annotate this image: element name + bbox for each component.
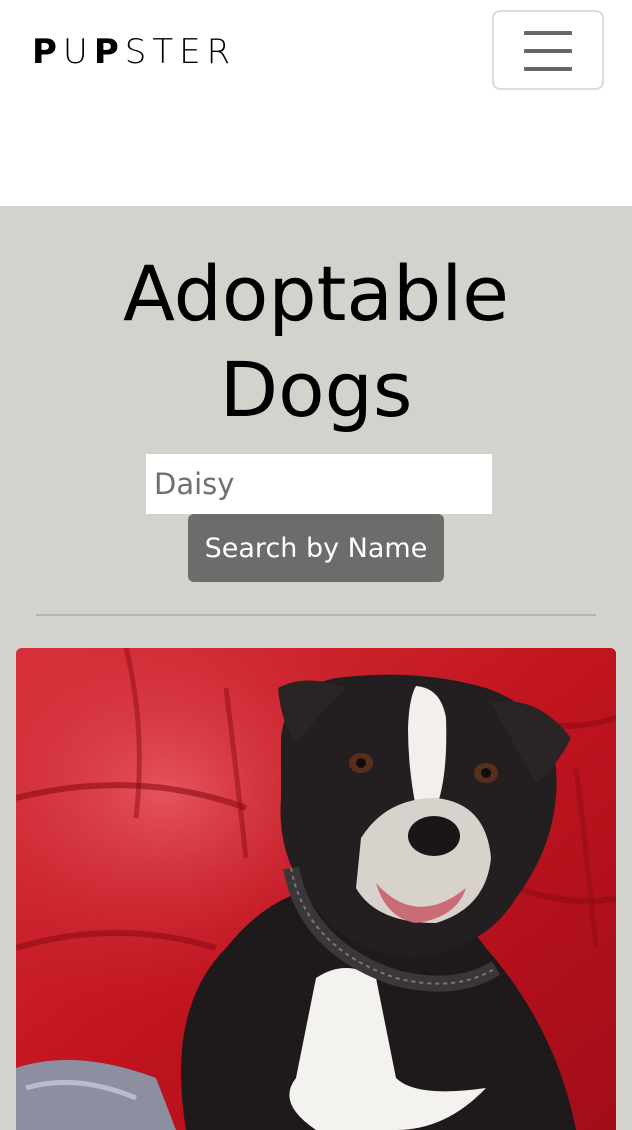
brand-logo[interactable]: P U P S T E R — [32, 32, 230, 72]
search-by-name-button[interactable]: Search by Name — [188, 514, 444, 582]
hamburger-bar — [524, 31, 572, 35]
hamburger-bar — [524, 49, 572, 53]
logo-letter: T — [152, 32, 174, 72]
page-title-line: Dogs — [219, 345, 413, 434]
dog-photo-image — [16, 648, 616, 1130]
logo-letter: P — [32, 32, 57, 72]
divider — [36, 614, 596, 616]
dog-name-search-input[interactable] — [146, 454, 492, 514]
logo-letter: E — [179, 32, 201, 72]
logo-letter: U — [62, 32, 88, 72]
menu-toggle-button[interactable] — [492, 10, 604, 90]
page-title-line: Adoptable — [122, 249, 510, 338]
logo-letter: P — [93, 32, 119, 72]
page-title: Adoptable Dogs — [0, 246, 632, 438]
navbar: P U P S T E R — [0, 0, 632, 206]
logo-letter: R — [206, 32, 231, 72]
hamburger-bar — [524, 67, 572, 71]
logo-letter: S — [124, 32, 147, 72]
dog-photo[interactable] — [16, 648, 616, 1130]
hero-section: Adoptable Dogs Search by Name — [0, 206, 632, 1130]
